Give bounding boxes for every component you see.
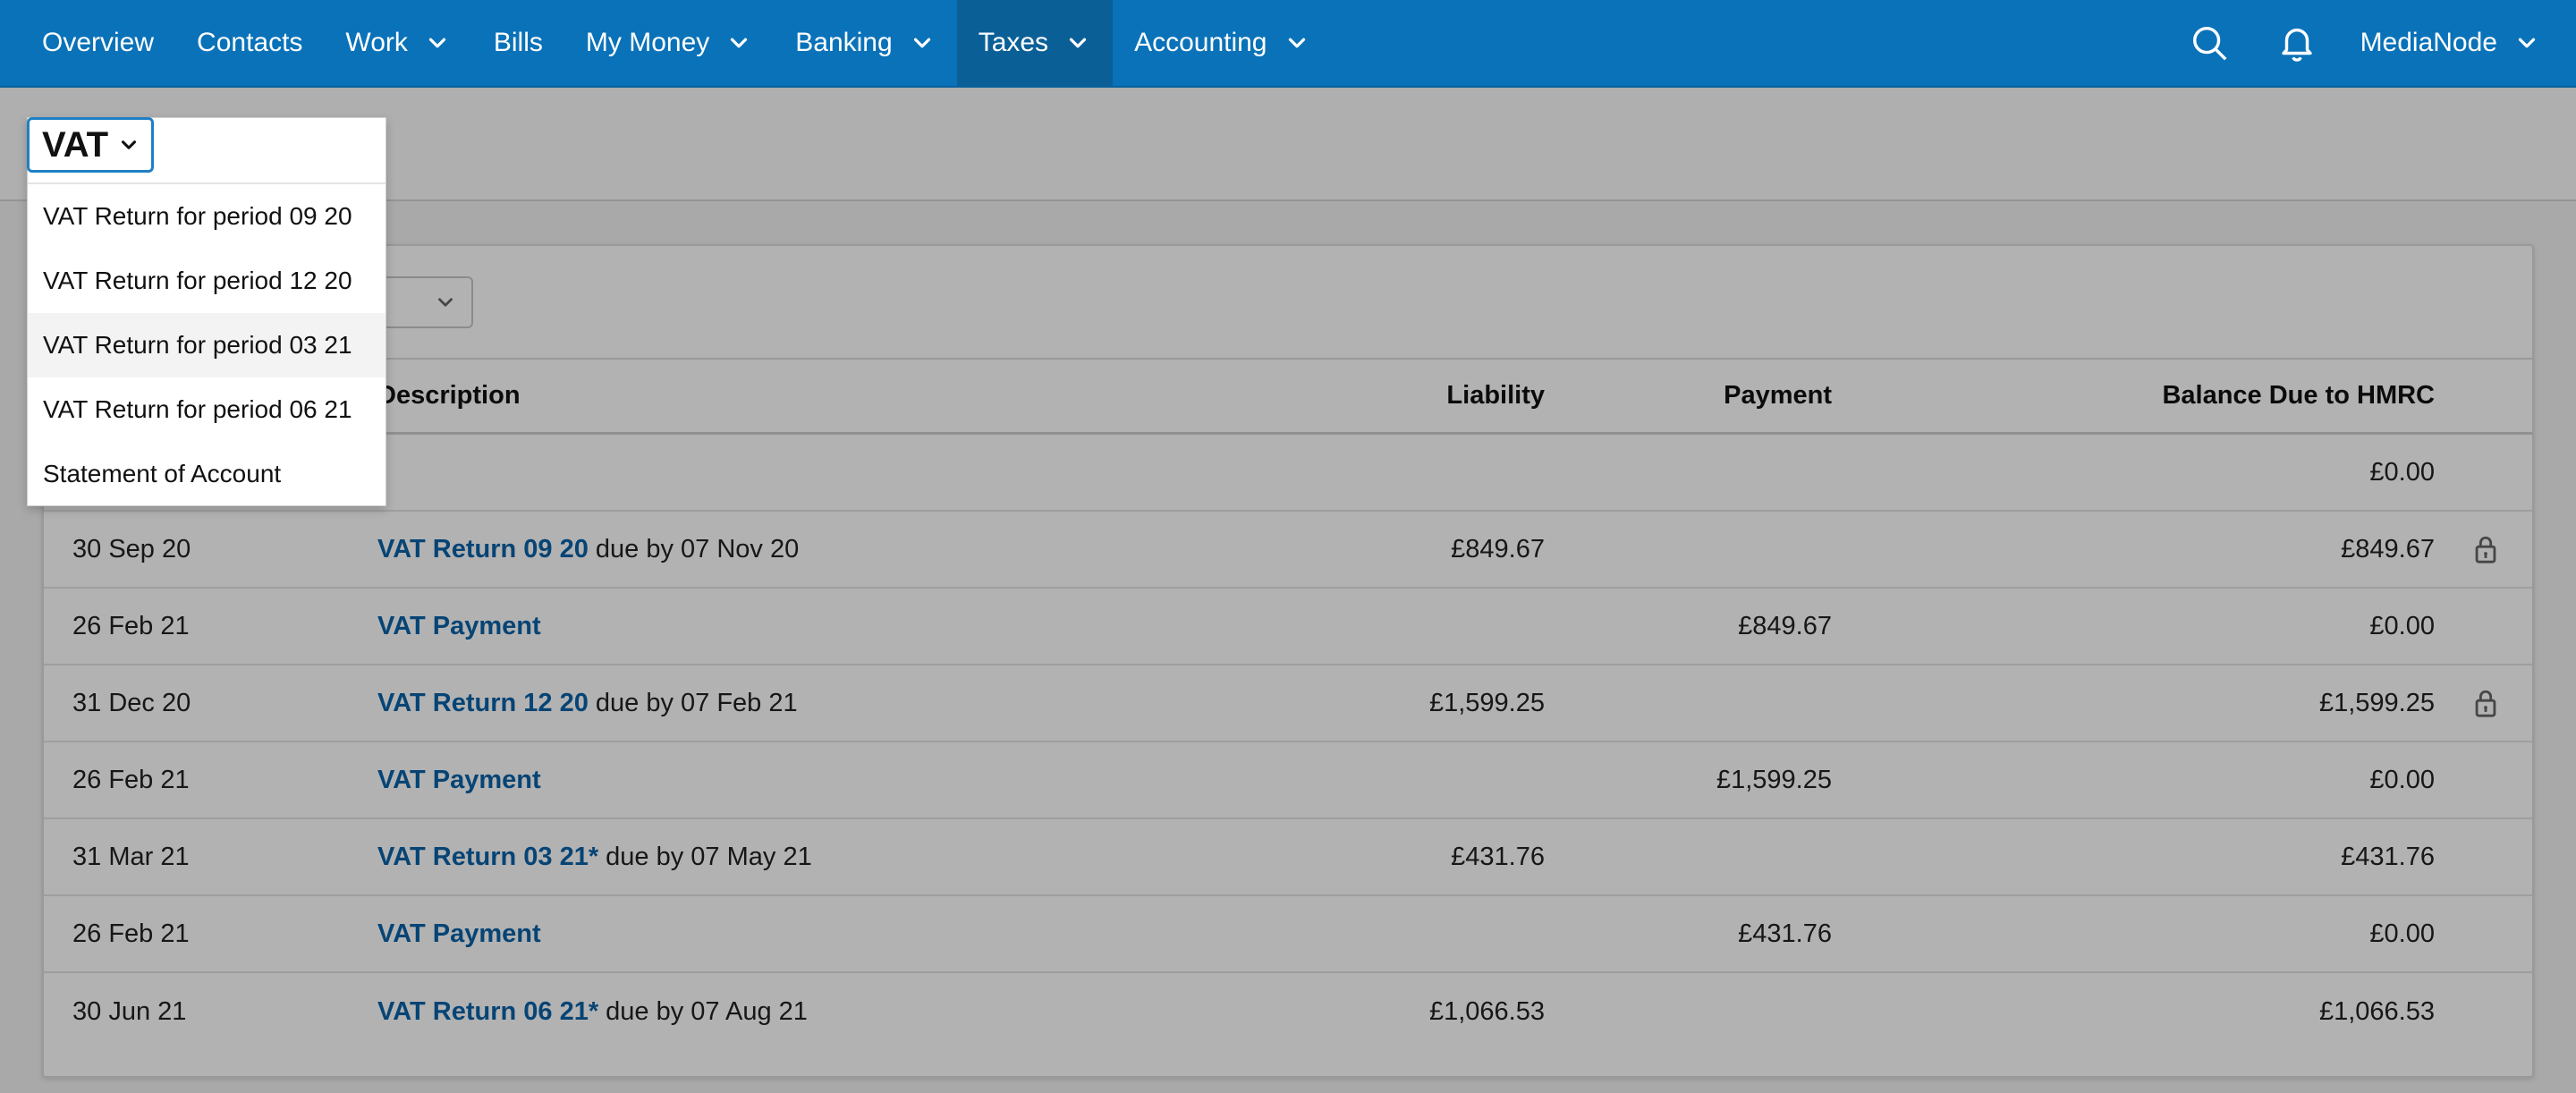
nav-item-contacts[interactable]: Contacts [175,0,324,87]
chevron-down-icon [2513,30,2540,56]
nav-item-my-money[interactable]: My Money [564,0,774,87]
chevron-down-icon [1064,30,1091,56]
chevron-down-icon [909,30,936,56]
dropdown-option[interactable]: VAT Return for period 03 21 [28,313,386,377]
account-menu[interactable]: MediaNode [2341,0,2576,87]
account-name: MediaNode [2360,28,2497,57]
chevron-down-icon [117,133,140,157]
nav-item-label: My Money [585,28,710,57]
nav-item-label: Overview [42,28,155,57]
chevron-down-icon [725,30,752,56]
tax-type-value: VAT [42,124,109,165]
nav-item-bills[interactable]: Bills [472,0,564,87]
top-navigation: Overview Contacts Work Bills My Money Banking… [0,0,2576,88]
dropdown-option[interactable]: VAT Return for period 09 20 [28,184,386,249]
nav-right: MediaNode [2165,0,2576,87]
nav-item-label: Accounting [1134,28,1267,57]
dropdown-option[interactable]: VAT Return for period 06 21 [28,377,386,442]
nav-item-work[interactable]: Work [324,0,471,87]
nav-item-label: Contacts [197,28,303,57]
tax-selector-dropdown: VAT Return for period 09 20 VAT Return fo… [27,117,386,506]
nav-menu: Overview Contacts Work Bills My Money Banking… [0,0,1332,87]
nav-item-label: Taxes [978,28,1049,57]
dropdown-options: VAT Return for period 09 20 VAT Return fo… [28,182,386,506]
chevron-down-icon [424,30,451,56]
dropdown-option[interactable]: Statement of Account [28,442,386,506]
bell-icon[interactable] [2253,0,2341,87]
chevron-down-icon [1284,30,1310,56]
tax-type-select[interactable]: VAT [27,117,154,173]
search-icon[interactable] [2165,0,2253,87]
dropdown-option[interactable]: VAT Return for period 12 20 [28,249,386,313]
nav-item-overview[interactable]: Overview [0,0,175,87]
nav-item-label: Work [345,28,408,57]
nav-item-accounting[interactable]: Accounting [1113,0,1331,87]
nav-item-label: Bills [493,28,543,57]
nav-item-banking[interactable]: Banking [774,0,956,87]
modal-overlay[interactable] [0,88,2576,1093]
nav-item-taxes[interactable]: Taxes [956,0,1114,87]
nav-item-label: Banking [795,28,893,57]
